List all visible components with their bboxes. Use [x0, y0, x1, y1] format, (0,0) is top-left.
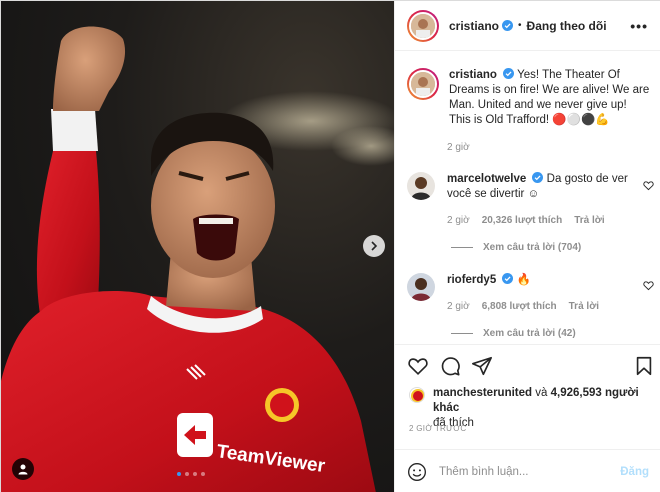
view-replies-label: Xem câu trả lời (42) [483, 328, 576, 339]
liker-avatar[interactable] [409, 387, 425, 403]
caption-row: cristiano Yes! The Theater Of Dreams is … [407, 68, 651, 128]
post-photo[interactable]: TeamViewer [1, 1, 394, 492]
verified-badge-icon [532, 172, 544, 183]
author-avatar[interactable] [407, 9, 439, 42]
follow-status-button[interactable]: Đang theo dõi [527, 19, 607, 33]
instagram-post-modal: TeamViewer cristiano • Đang theo dõi •••… [0, 0, 660, 492]
carousel-dot [185, 472, 189, 476]
caption-text: cristiano Yes! The Theater Of Dreams is … [449, 68, 651, 128]
view-replies-button[interactable]: Xem câu trả lời (42) [451, 328, 576, 339]
verified-badge-icon [502, 20, 514, 31]
comment-time[interactable]: 2 giờ [447, 301, 470, 312]
like-comment-heart-icon[interactable] [643, 180, 654, 191]
comment-time[interactable]: 2 giờ [447, 215, 470, 226]
author-username[interactable]: cristiano [449, 19, 499, 33]
avatar-image [411, 72, 435, 96]
tagged-user-button[interactable] [12, 458, 34, 480]
comment-bubble-icon[interactable] [439, 355, 461, 377]
comment-text: marcelotwelve Da gosto de ver você se di… [447, 172, 651, 202]
manchester-united-crest-icon [411, 389, 424, 402]
comment-meta: 2 giờ 20,326 lượt thích Trả lời [447, 215, 605, 226]
comment-row: rioferdy5 🔥 [407, 273, 651, 301]
comment-body: 🔥 [516, 274, 531, 286]
avatar-image [411, 13, 435, 38]
post-side-panel: cristiano • Đang theo dõi ••• cristiano … [394, 1, 660, 492]
replies-divider [451, 333, 473, 334]
carousel-dot [193, 472, 197, 476]
replies-divider [451, 247, 473, 248]
post-timestamp[interactable]: 2 GIỜ TRƯỚC [409, 424, 467, 433]
share-send-icon[interactable] [471, 355, 493, 377]
verified-badge-icon [502, 273, 514, 284]
avatar-image [407, 172, 435, 200]
post-header: cristiano • Đang theo dõi ••• [395, 1, 660, 51]
emoji-smiley-icon[interactable] [407, 462, 427, 482]
commenter-avatar[interactable] [407, 172, 435, 200]
more-options-icon[interactable]: ••• [630, 18, 648, 34]
caption-username[interactable]: cristiano [449, 69, 497, 81]
comments-list[interactable]: cristiano Yes! The Theater Of Dreams is … [395, 52, 660, 344]
view-replies-label: Xem câu trả lời (704) [483, 242, 582, 253]
carousel-indicator [177, 472, 205, 476]
user-icon [18, 464, 28, 475]
reply-button[interactable]: Trả lời [569, 301, 599, 312]
comment-like-count[interactable]: 20,326 lượt thích [482, 215, 563, 226]
comment-meta: 2 giờ 6,808 lượt thích Trả lời [447, 301, 599, 312]
comment-username[interactable]: marcelotwelve [447, 173, 526, 185]
carousel-next-button[interactable] [363, 235, 385, 257]
header-separator: • [518, 20, 522, 31]
save-bookmark-icon[interactable] [633, 355, 655, 377]
comment-username[interactable]: rioferdy5 [447, 274, 496, 286]
carousel-dot [201, 472, 205, 476]
like-heart-icon[interactable] [407, 355, 429, 377]
like-comment-heart-icon[interactable] [643, 280, 654, 291]
add-comment-bar: Đăng [395, 449, 660, 492]
view-replies-button[interactable]: Xem câu trả lời (704) [451, 242, 581, 253]
comment-row: marcelotwelve Da gosto de ver você se di… [407, 172, 651, 202]
chevron-right-icon [371, 241, 378, 251]
caption-time[interactable]: 2 giờ [447, 142, 470, 153]
post-actions-bar [395, 344, 660, 384]
comment-like-count[interactable]: 6,808 lượt thích [482, 301, 557, 312]
avatar-image [407, 273, 435, 301]
caption-avatar[interactable] [407, 68, 439, 100]
carousel-dot [177, 472, 181, 476]
post-comment-button[interactable]: Đăng [620, 466, 649, 478]
commenter-avatar[interactable] [407, 273, 435, 301]
likes-connector: và [535, 387, 548, 399]
caption-meta: 2 giờ [447, 142, 470, 153]
liker-username[interactable]: manchesterunited [433, 387, 532, 399]
verified-badge-icon [503, 68, 515, 79]
photo-scene: TeamViewer [1, 26, 394, 492]
reply-button[interactable]: Trả lời [574, 215, 604, 226]
comment-input[interactable] [439, 465, 621, 478]
comment-text: rioferdy5 🔥 [447, 273, 651, 301]
